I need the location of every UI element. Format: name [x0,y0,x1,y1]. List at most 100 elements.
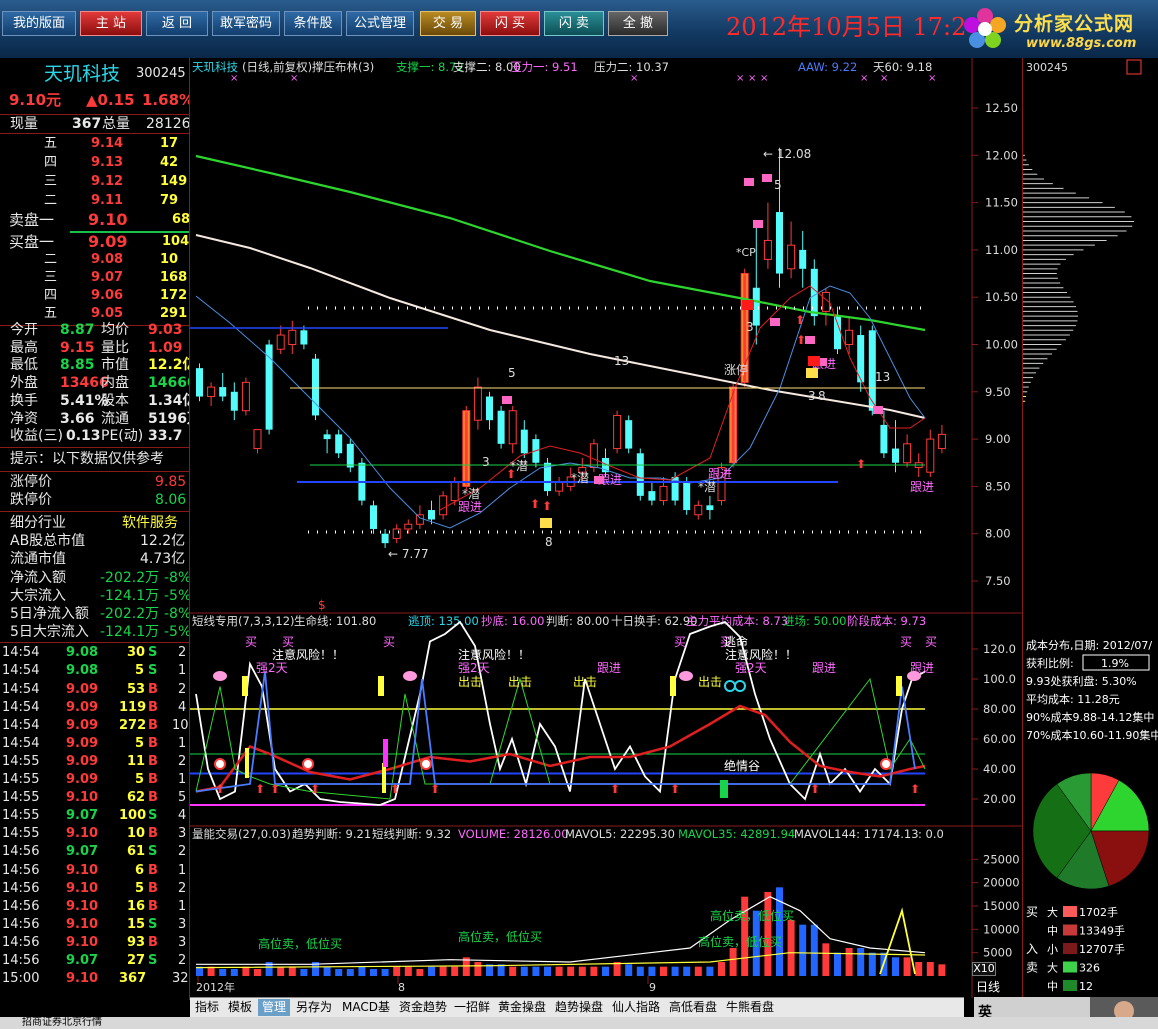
buy-bar [378,676,384,696]
mid-signal-label: 出击 [458,675,482,689]
back-button[interactable]: 返 回 [146,11,208,36]
volume-bar [718,962,725,976]
candle[interactable] [265,339,273,435]
tab-5[interactable]: 资金趋势 [397,999,449,1016]
candle[interactable] [196,363,203,402]
wave-count: 5 [508,366,516,380]
volume-bar [578,966,586,976]
logo-brand: 分析家公式网 [1014,13,1135,35]
chart-header-text: 生命线: 101.80 [294,614,376,628]
trade-button[interactable]: 交 易 [420,11,476,36]
flow-size: 小 [1047,943,1058,956]
volume-bar [892,957,899,976]
tick-time: 14:55 [2,808,40,824]
tick-count: 2 [178,844,187,860]
candle[interactable] [636,448,644,501]
flow-swatch [1063,943,1077,954]
tab-0[interactable]: 指标 [192,999,222,1016]
tick-count: 2 [178,681,187,697]
tick-time: 14:56 [2,916,40,932]
candle[interactable] [462,405,471,492]
candle[interactable] [625,415,633,454]
tab-2[interactable]: 管理 [258,999,290,1016]
info-row: 细分行业 软件服务 [0,514,189,532]
candle[interactable] [370,500,377,534]
main-station-button[interactable]: 主 站 [80,11,142,36]
tab-3[interactable]: 另存为 [293,999,335,1016]
cross-marker: × [760,73,768,84]
tab-10[interactable]: 高低看盘 [666,999,720,1016]
candle[interactable] [613,410,622,454]
ask-label: 三 [44,174,58,189]
tab-9[interactable]: 仙人指路 [609,999,663,1016]
zoom-x10-badge[interactable]: X10 [972,962,996,976]
tick-price: 9.09 [66,717,99,733]
chip-toggle-icon[interactable] [1126,59,1142,75]
up-arrow-icon: ⬆ [910,782,920,796]
candle[interactable] [312,353,319,421]
tick-price: 9.10 [66,862,99,878]
up-arrow-icon: ⬆ [795,313,805,327]
candle[interactable] [544,458,551,496]
pink-marker [762,174,772,182]
flash-sell-button[interactable]: 闪 卖 [544,11,604,36]
buy-bar [896,676,902,696]
tab-7[interactable]: 黄金操盘 [495,999,549,1016]
diamond-icon [907,671,921,681]
quote-panel: 天玑科技 300245 9.10元 ▲0.15 1.68% 现量 367 总量 … [0,58,190,1000]
cross-marker: × [880,73,888,84]
pink-marker [805,336,815,344]
tab-6[interactable]: 一招鲜 [452,999,492,1016]
candle[interactable] [729,382,738,468]
stat-label: 净资 [10,410,38,427]
chart-header-text: 趋势判断: 9.21 [292,827,371,841]
logo-url: www.88gs.com [1026,36,1137,51]
secret-code-button[interactable]: 敢军密码 [212,11,280,36]
chart-area[interactable]: 天玑科技 (日线,前复权) 撑压布林(3) 支撑一: 8.72 支撑二: 8.00 压力一… [190,58,1022,998]
tick-row: 14:54 9.08 30 S 2 [0,644,189,662]
stat-value: 1.09 [148,339,183,356]
tick-time: 14:54 [2,699,40,715]
candle[interactable] [810,259,818,326]
kline-chart-svg[interactable]: 天玑科技 (日线,前复权) 撑压布林(3) 支撑一: 8.72支撑二: 8.00压力一… [190,58,1022,998]
tick-price: 9.10 [66,916,99,932]
candle[interactable] [497,405,505,449]
chart-header-text: 短线判断: 9.32 [372,827,451,841]
mid-tick-label: 60.00 [983,732,1016,746]
stat-value: 33.7 [148,428,183,445]
candle[interactable] [346,439,354,473]
period-label[interactable]: 日线 [976,980,1016,995]
tick-count: 1 [178,735,187,751]
price-change: ▲0.15 [86,91,135,109]
chart-header-text: 量能交易(27,0.03) [192,827,291,841]
price-tick-label: 12.00 [985,148,1018,162]
signal-label: 跟进 [458,500,482,514]
mid-signal-label: 买 [383,635,395,649]
candle[interactable] [439,491,448,520]
tick-count: 1 [178,862,187,878]
tab-4[interactable]: MACD基本 [338,999,394,1029]
candle[interactable] [857,325,865,392]
condition-stock-button[interactable]: 条件股 [284,11,342,36]
stat-value: 8.85 [60,357,95,374]
tab-1[interactable]: 模板 [225,999,255,1016]
ask-label: 二 [44,193,58,208]
candle[interactable] [241,377,250,416]
tick-time: 14:55 [2,753,40,769]
tick-row: 14:56 9.07 27 S 2 [0,952,189,970]
tab-8[interactable]: 趋势操盘 [552,999,606,1016]
info-pct: -8% [164,605,190,622]
tab-11[interactable]: 牛熊看盘 [723,999,777,1016]
stat-label: 收益(三) [10,428,63,445]
flash-buy-button[interactable]: 闪 买 [480,11,540,36]
limit-label: 跌停价 [10,491,52,508]
ask-price: 9.12 [91,174,124,189]
my-layout-button[interactable]: 我的版面 [2,11,76,36]
formula-manage-button[interactable]: 公式管理 [346,11,414,36]
bid-label: 买盘一 [9,233,55,251]
volume-bar [300,969,308,976]
cancel-all-button[interactable]: 全 撤 [608,11,668,36]
tick-price: 9.08 [66,645,99,661]
tick-time: 14:56 [2,880,40,896]
tick-time: 14:56 [2,953,40,968]
